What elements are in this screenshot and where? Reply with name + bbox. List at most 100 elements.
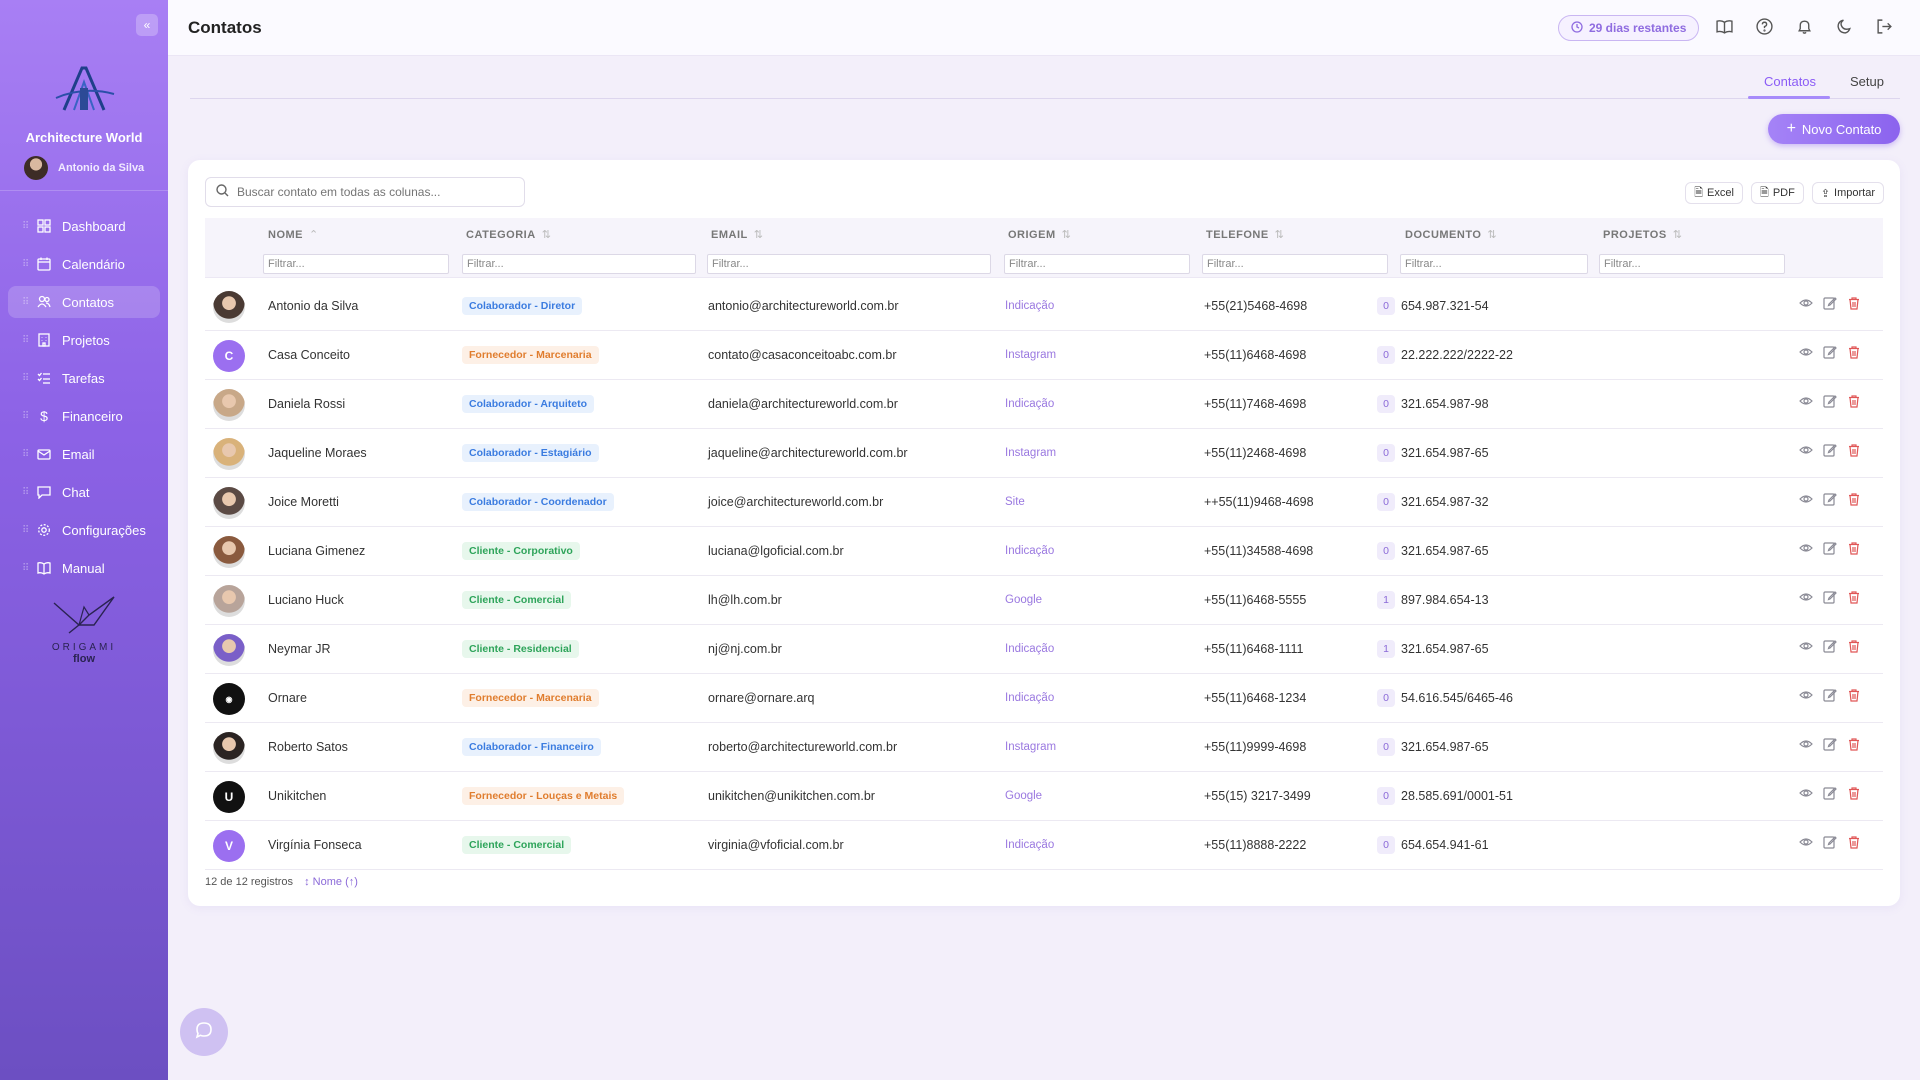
eye-icon[interactable]	[1799, 345, 1813, 359]
sidebar-item-projetos[interactable]: ⠿ Projetos	[8, 324, 160, 356]
trash-icon[interactable]	[1847, 786, 1861, 800]
edit-icon[interactable]	[1823, 492, 1837, 506]
table-row[interactable]: U Unikitchen Fornecedor - Louças e Metais u…	[205, 772, 1883, 821]
search-box[interactable]	[205, 177, 525, 207]
filter-projetos-input[interactable]	[1599, 254, 1785, 274]
drag-handle-icon[interactable]: ⠿	[22, 411, 29, 422]
filter-documento-input[interactable]	[1400, 254, 1588, 274]
trash-icon[interactable]	[1847, 639, 1861, 653]
sidebar-item-calendario[interactable]: ⠿ Calendário	[8, 248, 160, 280]
column-header-documento[interactable]: DOCUMENTO ⇅	[1405, 228, 1497, 241]
column-header-origem[interactable]: ORIGEM ⇅	[1008, 228, 1071, 241]
edit-icon[interactable]	[1823, 443, 1837, 457]
edit-icon[interactable]	[1823, 737, 1837, 751]
search-input[interactable]	[237, 185, 517, 199]
eye-icon[interactable]	[1799, 492, 1813, 506]
table-row[interactable]: C Casa Conceito Fornecedor - Marcenaria con…	[205, 331, 1883, 380]
edit-icon[interactable]	[1823, 688, 1837, 702]
sidebar-item-dashboard[interactable]: ⠿ Dashboard	[8, 210, 160, 242]
edit-icon[interactable]	[1823, 639, 1837, 653]
edit-icon[interactable]	[1823, 541, 1837, 555]
column-header-projetos[interactable]: PROJETOS ⇅	[1603, 228, 1682, 241]
drag-handle-icon[interactable]: ⠿	[22, 563, 29, 574]
trash-icon[interactable]	[1847, 590, 1861, 604]
eye-icon[interactable]	[1799, 541, 1813, 555]
book-open-icon[interactable]	[1714, 16, 1734, 36]
sidebar-item-contatos[interactable]: ⠿ Contatos	[8, 286, 160, 318]
filter-email-input[interactable]	[707, 254, 991, 274]
eye-icon[interactable]	[1799, 394, 1813, 408]
drag-handle-icon[interactable]: ⠿	[22, 487, 29, 498]
sidebar-item-manual[interactable]: ⠿ Manual	[8, 552, 160, 584]
edit-icon[interactable]	[1823, 296, 1837, 310]
drag-handle-icon[interactable]: ⠿	[22, 335, 29, 346]
sidebar-item-chat[interactable]: ⠿ Chat	[8, 476, 160, 508]
tab-setup[interactable]: Setup	[1850, 74, 1884, 89]
drag-handle-icon[interactable]: ⠿	[22, 221, 29, 232]
chat-fab-button[interactable]	[180, 1008, 228, 1056]
sidebar-item-tarefas[interactable]: ⠿ Tarefas	[8, 362, 160, 394]
sidebar-item-configuracoes[interactable]: ⠿ Configurações	[8, 514, 160, 546]
filter-origem-input[interactable]	[1004, 254, 1190, 274]
sort-indicator[interactable]: ↕ Nome (↑)	[304, 876, 358, 888]
trash-icon[interactable]	[1847, 296, 1861, 310]
help-icon[interactable]	[1754, 16, 1774, 36]
eye-icon[interactable]	[1799, 737, 1813, 751]
column-header-telefone[interactable]: TELEFONE ⇅	[1206, 228, 1284, 241]
table-row[interactable]: Jaqueline Moraes Colaborador - Estagiário…	[205, 429, 1883, 478]
table-row[interactable]: ◉ Ornare Fornecedor - Marcenaria ornare@orn…	[205, 674, 1883, 723]
edit-icon[interactable]	[1823, 590, 1837, 604]
drag-handle-icon[interactable]: ⠿	[22, 525, 29, 536]
trash-icon[interactable]	[1847, 345, 1861, 359]
drag-handle-icon[interactable]: ⠿	[22, 297, 29, 308]
new-contact-button[interactable]: + Novo Contato	[1768, 114, 1900, 144]
table-row[interactable]: Luciana Gimenez Cliente - Corporativo luci…	[205, 527, 1883, 576]
drag-handle-icon[interactable]: ⠿	[22, 449, 29, 460]
column-header-categoria[interactable]: CATEGORIA ⇅	[466, 228, 551, 241]
import-button[interactable]: ⇪ Importar	[1811, 182, 1884, 204]
edit-icon[interactable]	[1823, 786, 1837, 800]
sidebar-item-financeiro[interactable]: ⠿ $ Financeiro	[8, 400, 160, 432]
table-row[interactable]: Roberto Satos Colaborador - Financeiro rob…	[205, 723, 1883, 772]
trash-icon[interactable]	[1847, 835, 1861, 849]
collapse-sidebar-button[interactable]: «	[136, 14, 158, 36]
table-row[interactable]: Joice Moretti Colaborador - Coordenador jo…	[205, 478, 1883, 527]
trash-icon[interactable]	[1847, 541, 1861, 555]
filter-telefone-input[interactable]	[1202, 254, 1388, 274]
eye-icon[interactable]	[1799, 443, 1813, 457]
eye-icon[interactable]	[1799, 639, 1813, 653]
eye-icon[interactable]	[1799, 590, 1813, 604]
excel-button[interactable]: 🗎 Excel	[1685, 182, 1743, 204]
trial-badge[interactable]: 29 dias restantes	[1558, 15, 1700, 41]
trash-icon[interactable]	[1847, 394, 1861, 408]
eye-icon[interactable]	[1799, 296, 1813, 310]
table-row[interactable]: Luciano Huck Cliente - Comercial lh@lh.com…	[205, 576, 1883, 625]
column-header-email[interactable]: EMAIL ⇅	[711, 228, 763, 241]
sidebar-item-email[interactable]: ⠿ Email	[8, 438, 160, 470]
eye-icon[interactable]	[1799, 835, 1813, 849]
logout-icon[interactable]	[1874, 16, 1894, 36]
column-header-nome[interactable]: NOME ⌃	[268, 228, 319, 241]
filter-nome-input[interactable]	[263, 254, 449, 274]
edit-icon[interactable]	[1823, 345, 1837, 359]
filter-categoria-input[interactable]	[462, 254, 696, 274]
eye-icon[interactable]	[1799, 786, 1813, 800]
table-row[interactable]: V Virgínia Fonseca Cliente - Comercial virg…	[205, 821, 1883, 870]
trash-icon[interactable]	[1847, 737, 1861, 751]
drag-handle-icon[interactable]: ⠿	[22, 373, 29, 384]
table-row[interactable]: Neymar JR Cliente - Residencial nj@nj.com.…	[205, 625, 1883, 674]
eye-icon[interactable]	[1799, 688, 1813, 702]
bell-icon[interactable]	[1794, 16, 1814, 36]
table-row[interactable]: Daniela Rossi Colaborador - Arquiteto dani…	[205, 380, 1883, 429]
edit-icon[interactable]	[1823, 835, 1837, 849]
trash-icon[interactable]	[1847, 688, 1861, 702]
pdf-button[interactable]: 🗎 PDF	[1750, 182, 1804, 204]
edit-icon[interactable]	[1823, 394, 1837, 408]
moon-icon[interactable]	[1834, 16, 1854, 36]
table-row[interactable]: Antonio da Silva Colaborador - Diretor ant…	[205, 282, 1883, 331]
trash-icon[interactable]	[1847, 492, 1861, 506]
trash-icon[interactable]	[1847, 443, 1861, 457]
current-user[interactable]: Antonio da Silva	[24, 156, 144, 180]
tab-contatos[interactable]: Contatos	[1764, 74, 1816, 89]
drag-handle-icon[interactable]: ⠿	[22, 259, 29, 270]
